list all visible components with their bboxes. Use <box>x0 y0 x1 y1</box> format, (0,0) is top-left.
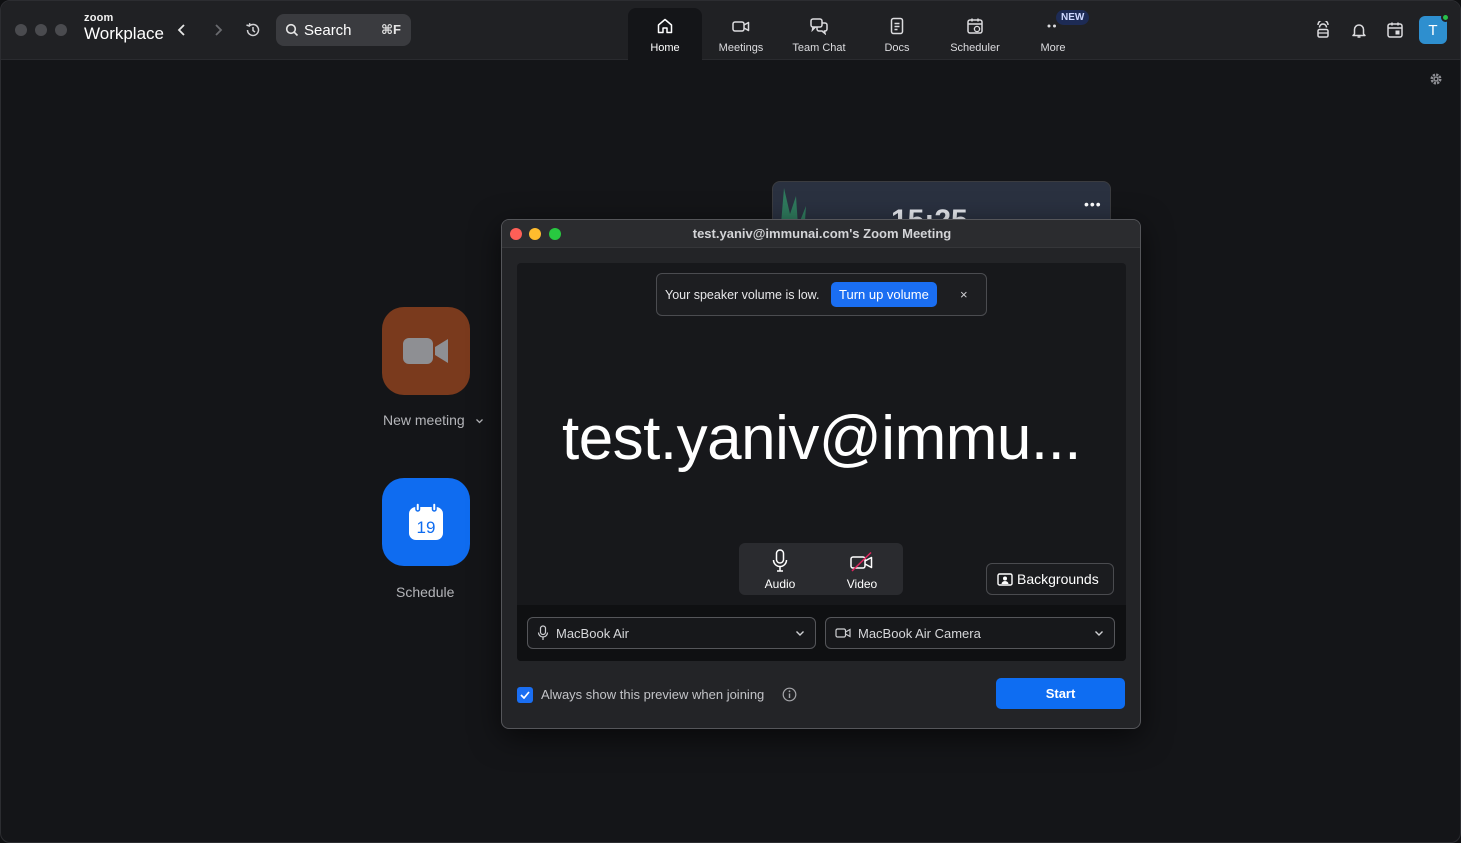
video-label: Video <box>846 577 878 591</box>
checkmark-icon <box>520 691 530 699</box>
tab-home[interactable]: Home <box>628 8 702 60</box>
forward-button[interactable] <box>209 19 227 41</box>
settings-button[interactable] <box>1429 72 1443 91</box>
new-meeting-label-wrap[interactable]: New meeting <box>383 412 484 428</box>
new-meeting-button[interactable] <box>382 307 470 395</box>
tab-team-chat-label: Team Chat <box>792 42 846 54</box>
calendar-button[interactable] <box>1385 19 1405 41</box>
window-minimize-button[interactable] <box>35 24 47 36</box>
document-icon <box>890 17 904 35</box>
calendar-clock-icon <box>967 18 983 34</box>
gear-icon <box>1430 73 1442 85</box>
speaker-volume-toast: Your speaker volume is low. Turn up volu… <box>656 273 987 316</box>
chevron-down-icon <box>1095 631 1103 636</box>
online-status-dot <box>1441 13 1450 22</box>
calendar-icon: 19 <box>409 502 443 540</box>
background-image-icon <box>997 572 1013 586</box>
participant-display-name: test.yaniv@immu... <box>561 404 1082 473</box>
window-close-button[interactable] <box>15 24 27 36</box>
dialog-title: test.yaniv@immunai.com's Zoom Meeting <box>692 226 952 241</box>
video-preview-area: Your speaker volume is low. Turn up volu… <box>517 263 1126 661</box>
bell-icon <box>1352 24 1366 38</box>
audio-video-controls: Audio Video <box>739 543 903 595</box>
tab-docs-label: Docs <box>884 42 910 54</box>
notifications-button[interactable] <box>1349 19 1369 41</box>
more-dots-icon <box>1047 24 1056 28</box>
chevron-down-icon <box>475 419 483 424</box>
always-show-preview-label: Always show this preview when joining <box>541 687 765 702</box>
microphone-icon <box>772 549 788 572</box>
tab-meetings-label: Meetings <box>718 42 764 54</box>
chevron-left-icon <box>177 24 185 36</box>
chevron-right-icon <box>215 24 223 36</box>
whiteboard-button[interactable] <box>1313 19 1333 41</box>
meeting-preview-dialog: test.yaniv@immunai.com's Zoom Meeting Yo… <box>501 219 1141 729</box>
avatar-initial: T <box>1428 21 1438 39</box>
microphone-select[interactable]: MacBook Air <box>527 617 816 649</box>
tab-meetings[interactable]: Meetings <box>702 8 780 60</box>
schedule-label: Schedule <box>396 584 455 600</box>
microphone-icon <box>537 625 549 640</box>
backgrounds-label: Backgrounds <box>1017 571 1099 587</box>
back-button[interactable] <box>173 19 191 41</box>
zoom-workplace-logo: zoom Workplace <box>84 12 164 43</box>
microphone-device-name: MacBook Air <box>556 625 629 641</box>
brand-small-text: zoom <box>84 12 114 24</box>
tab-more[interactable]: More NEW <box>1014 8 1092 60</box>
more-options-icon[interactable]: ••• <box>1084 196 1102 212</box>
audio-label: Audio <box>764 577 796 591</box>
schedule-day-number: 19 <box>417 518 436 537</box>
tab-home-label: Home <box>650 42 680 54</box>
video-button[interactable]: Video <box>821 543 903 595</box>
tab-docs[interactable]: Docs <box>858 8 936 60</box>
whiteboard-icon <box>1317 21 1329 38</box>
backgrounds-button[interactable]: Backgrounds <box>986 563 1114 595</box>
chevron-down-icon <box>796 631 804 636</box>
home-icon <box>657 18 673 34</box>
info-button[interactable] <box>782 687 797 707</box>
camera-select[interactable]: MacBook Air Camera <box>825 617 1115 649</box>
avatar[interactable]: T <box>1419 13 1450 44</box>
tab-scheduler-label: Scheduler <box>950 42 1000 54</box>
video-off-icon <box>850 551 873 572</box>
top-bar: zoom Workplace Search ⌘F Home Meetings T… <box>1 1 1460 60</box>
audio-button[interactable]: Audio <box>739 543 821 595</box>
main-tabs: Home Meetings Team Chat Docs Scheduler M… <box>628 8 1092 60</box>
start-button[interactable]: Start <box>996 678 1125 709</box>
search-shortcut: ⌘F <box>380 22 401 37</box>
tab-more-label: More <box>1040 42 1066 54</box>
schedule-button[interactable]: 19 <box>382 478 470 566</box>
history-icon <box>246 23 260 37</box>
zoom-app-window: zoom Workplace Search ⌘F Home Meetings T… <box>0 0 1461 843</box>
tab-team-chat[interactable]: Team Chat <box>780 8 858 60</box>
device-selector-bar: MacBook Air MacBook Air Camera <box>517 605 1126 661</box>
tab-scheduler[interactable]: Scheduler <box>936 8 1014 60</box>
always-show-preview-checkbox[interactable] <box>517 687 533 703</box>
search-box[interactable]: Search ⌘F <box>276 14 411 46</box>
video-camera-icon <box>403 338 448 364</box>
history-button[interactable] <box>244 19 262 41</box>
new-meeting-label: New meeting <box>383 412 465 428</box>
video-camera-icon <box>732 21 750 32</box>
camera-device-name: MacBook Air Camera <box>858 625 981 641</box>
dialog-title-bar: test.yaniv@immunai.com's Zoom Meeting <box>502 220 1140 248</box>
turn-up-volume-button[interactable]: Turn up volume <box>831 282 937 307</box>
info-icon <box>782 687 797 702</box>
search-icon <box>285 23 299 37</box>
toast-message: Your speaker volume is low. <box>665 288 820 302</box>
new-badge: NEW <box>1056 10 1090 25</box>
video-camera-icon <box>835 628 851 638</box>
calendar-icon <box>1387 22 1403 38</box>
window-zoom-button[interactable] <box>55 24 67 36</box>
search-label: Search <box>304 21 352 39</box>
brand-big-text: Workplace <box>84 24 164 43</box>
toast-close-icon[interactable]: × <box>960 287 968 302</box>
chat-bubbles-icon <box>810 18 828 35</box>
